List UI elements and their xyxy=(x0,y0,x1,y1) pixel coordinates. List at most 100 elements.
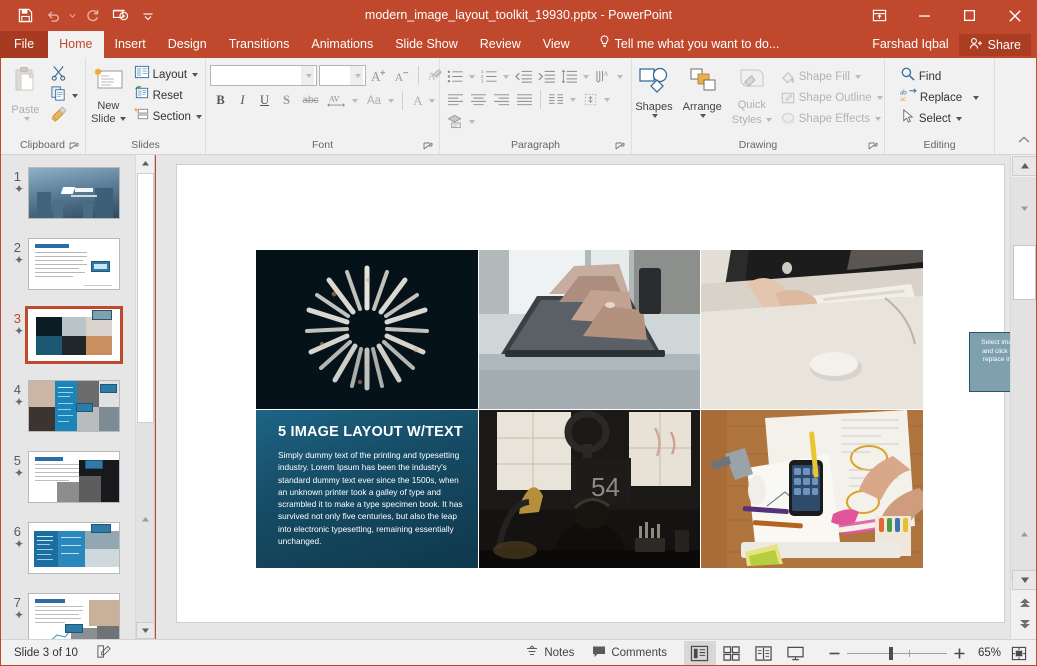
slide-sorter-view-button[interactable] xyxy=(716,641,748,665)
italic-button[interactable]: I xyxy=(232,90,253,111)
thumbnail-frame[interactable] xyxy=(28,380,120,432)
shape-outline-button[interactable]: Shape Outline xyxy=(777,87,886,108)
image-desk-sketching[interactable] xyxy=(701,410,923,568)
zoom-level[interactable]: 65% xyxy=(972,641,1007,665)
select-dropdown-icon[interactable] xyxy=(955,116,962,121)
text-direction-button[interactable]: A xyxy=(592,66,626,87)
slideshow-icon[interactable] xyxy=(107,3,133,29)
numbering-dropdown-icon[interactable] xyxy=(503,74,509,79)
strikethrough-button[interactable]: abc xyxy=(298,90,323,111)
shape-effects-dropdown-icon[interactable] xyxy=(875,116,882,121)
clipboard-dialog-launcher[interactable] xyxy=(69,140,81,152)
change-case-button[interactable]: Aa xyxy=(362,90,397,111)
increase-font-size-button[interactable]: A xyxy=(368,65,389,86)
zoom-in-button[interactable] xyxy=(947,641,972,665)
paste-dropdown-icon[interactable] xyxy=(23,116,30,121)
customize-qat-icon[interactable] xyxy=(135,3,161,29)
thumbnail-slide-5[interactable]: 5 ✦ xyxy=(0,451,136,503)
image-laptop-typing[interactable] xyxy=(479,250,700,409)
thumbnail-scroll-up-button[interactable] xyxy=(136,155,154,172)
numbering-button[interactable]: 123 xyxy=(478,66,512,87)
underline-button[interactable]: U xyxy=(254,90,275,111)
tab-file[interactable]: File xyxy=(0,31,49,58)
align-right-button[interactable] xyxy=(490,89,513,110)
section-button[interactable]: Section xyxy=(131,106,205,127)
normal-view-button[interactable] xyxy=(683,641,716,665)
new-slide-button[interactable]: New Slide xyxy=(86,61,130,127)
arrange-button[interactable]: Arrange xyxy=(678,64,727,120)
shapes-button[interactable]: Shapes xyxy=(630,64,677,120)
shape-fill-dropdown-icon[interactable] xyxy=(854,74,861,79)
font-color-dropdown-icon[interactable] xyxy=(429,98,436,103)
change-case-dropdown-icon[interactable] xyxy=(388,98,395,103)
ribbon-display-options-icon[interactable] xyxy=(857,0,902,31)
image-fireworks[interactable] xyxy=(256,250,478,409)
accessibility-checker-button[interactable] xyxy=(87,641,121,665)
paste-button[interactable]: Paste xyxy=(5,61,47,123)
convert-to-smartart-dropdown-icon[interactable] xyxy=(469,119,475,124)
format-painter-button[interactable] xyxy=(47,105,81,127)
comments-button[interactable]: Comments xyxy=(583,641,676,665)
zoom-slider[interactable] xyxy=(846,646,947,660)
minimize-icon[interactable] xyxy=(902,0,947,31)
copy-button[interactable] xyxy=(47,85,81,106)
justify-button[interactable] xyxy=(513,89,536,110)
font-color-button[interactable]: A xyxy=(408,90,438,111)
bullets-dropdown-icon[interactable] xyxy=(469,74,475,79)
redo-icon[interactable] xyxy=(79,3,105,29)
next-slide-button[interactable] xyxy=(1012,614,1037,634)
slide-show-view-button[interactable] xyxy=(780,641,812,665)
quick-styles-dropdown-icon[interactable] xyxy=(765,117,772,122)
paragraph-dialog-launcher[interactable] xyxy=(615,140,627,152)
convert-to-smartart-button[interactable] xyxy=(444,111,478,132)
copy-dropdown-icon[interactable] xyxy=(71,93,78,98)
drawing-dialog-launcher[interactable] xyxy=(868,140,880,152)
find-button[interactable]: Find xyxy=(897,66,982,87)
thumbnail-frame[interactable] xyxy=(28,238,120,290)
tab-home[interactable]: Home xyxy=(48,31,104,58)
scroll-up-button[interactable] xyxy=(1012,156,1037,176)
undo-icon[interactable] xyxy=(40,3,66,29)
font-name-dropdown-icon[interactable] xyxy=(301,66,314,85)
replace-button[interactable]: ab ac Replace xyxy=(897,87,982,108)
thumbnail-frame[interactable] xyxy=(28,522,120,574)
font-dialog-launcher[interactable] xyxy=(423,140,435,152)
select-button[interactable]: Select xyxy=(897,108,982,129)
layout-button[interactable]: Layout xyxy=(131,64,205,85)
shape-effects-button[interactable]: Shape Effects xyxy=(777,108,886,129)
columns-dropdown-icon[interactable] xyxy=(570,97,576,102)
line-spacing-button[interactable] xyxy=(558,66,592,87)
font-size-dropdown-icon[interactable] xyxy=(350,66,363,85)
text-panel[interactable]: 5 IMAGE LAYOUT W/TEXT Simply dummy text … xyxy=(256,410,478,568)
thumbnail-slide-2[interactable]: 2 ✦ xyxy=(0,238,136,290)
font-size-input[interactable] xyxy=(319,65,366,86)
thumbnail-slide-3[interactable]: 3 ✦ xyxy=(0,306,136,364)
character-spacing-dropdown-icon[interactable] xyxy=(352,98,358,103)
decrease-indent-button[interactable] xyxy=(512,66,535,87)
image-replace-callout[interactable]: Select image. Press 'DELETE' and click o… xyxy=(969,332,1010,392)
increase-indent-button[interactable] xyxy=(535,66,558,87)
tab-transitions[interactable]: Transitions xyxy=(218,31,301,58)
tab-design[interactable]: Design xyxy=(157,31,218,58)
image-imac-keyboard[interactable] xyxy=(701,250,923,409)
slide-vertical-scrollbar[interactable] xyxy=(1010,155,1037,639)
section-dropdown-icon[interactable] xyxy=(195,114,202,119)
tell-me-search[interactable]: Tell me what you want to do... xyxy=(593,31,786,58)
share-button[interactable]: Share xyxy=(958,33,1031,56)
thumbnail-scroll-thumb[interactable] xyxy=(137,173,154,423)
thumbnail-scrollbar[interactable] xyxy=(135,155,154,639)
slide-editing-area[interactable]: 5 IMAGE LAYOUT W/TEXT Simply dummy text … xyxy=(156,155,1010,639)
thumbnail-frame[interactable] xyxy=(28,167,120,219)
shape-outline-dropdown-icon[interactable] xyxy=(876,95,883,100)
previous-slide-button[interactable] xyxy=(1012,593,1037,613)
font-name-input[interactable] xyxy=(210,65,317,86)
tab-slide-show[interactable]: Slide Show xyxy=(384,31,469,58)
character-spacing-button[interactable]: AV xyxy=(324,90,361,111)
thumbnail-slide-7[interactable]: 7 ✦ xyxy=(0,593,136,639)
zoom-out-button[interactable] xyxy=(822,641,847,665)
reading-view-button[interactable] xyxy=(748,641,780,665)
zoom-slider-handle[interactable] xyxy=(888,646,893,660)
line-spacing-dropdown-icon[interactable] xyxy=(583,74,589,79)
save-icon[interactable] xyxy=(12,3,38,29)
thumbnail-slide-4[interactable]: 4 ✦ xyxy=(0,380,136,432)
